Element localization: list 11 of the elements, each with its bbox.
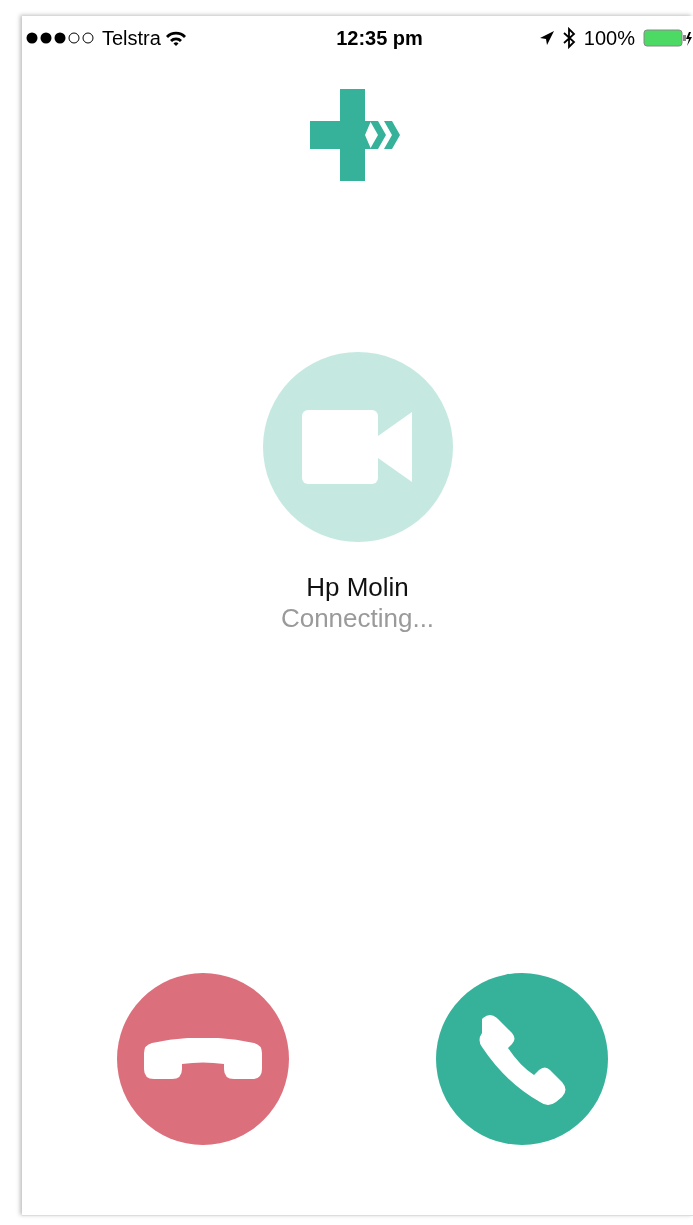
carrier-name: Telstra [102, 26, 161, 51]
video-camera-icon [301, 410, 414, 484]
clock-time: 12:35 pm [336, 27, 423, 49]
wifi-icon [164, 29, 187, 47]
battery-charging-icon [643, 28, 693, 48]
bluetooth-icon [562, 27, 576, 49]
caller-name: Hp Molin [306, 572, 409, 604]
battery-percentage: 100% [583, 26, 635, 51]
location-arrow-icon [538, 30, 555, 46]
hang-up-icon [144, 1038, 262, 1080]
call-status: Connecting... [280, 603, 435, 635]
